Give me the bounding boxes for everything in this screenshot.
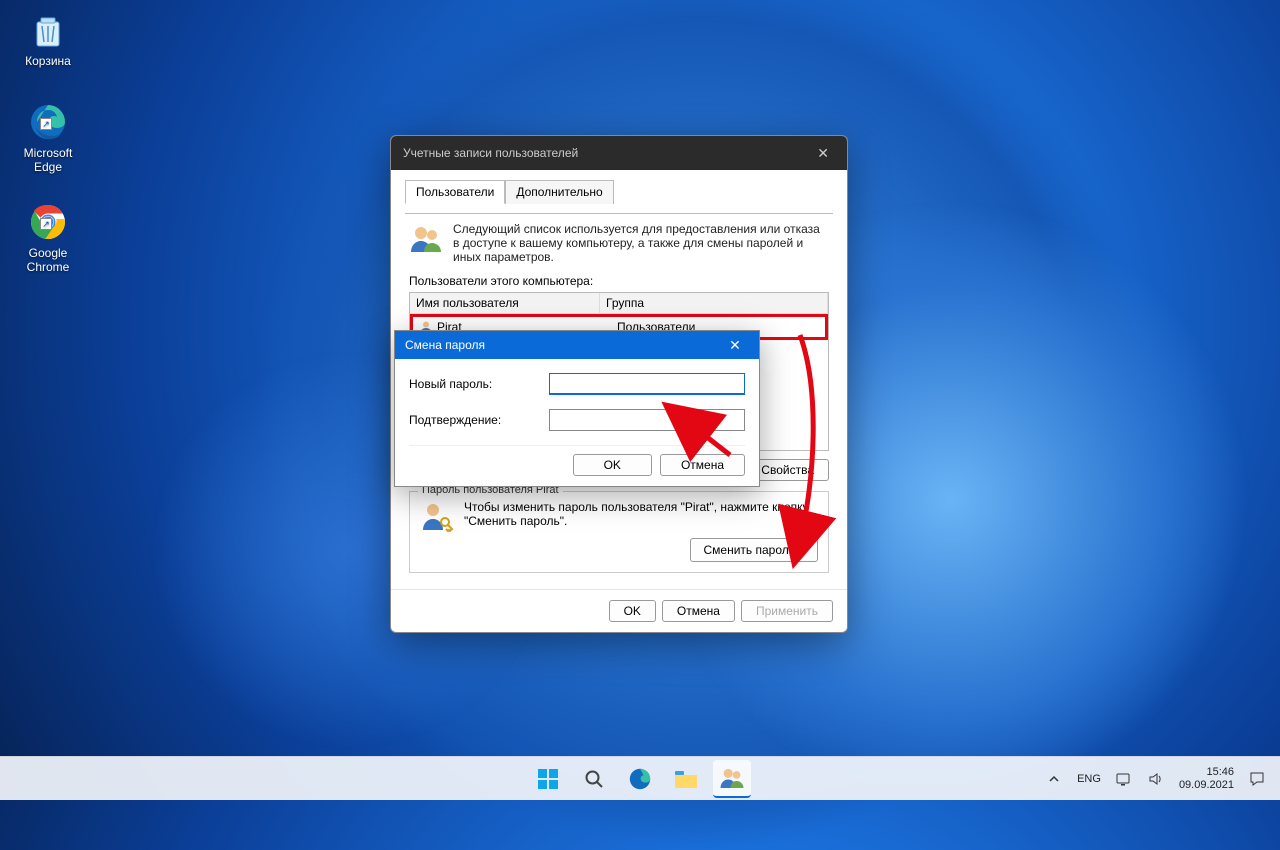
chrome-icon: ↗ — [26, 200, 70, 244]
notifications-icon[interactable] — [1248, 770, 1266, 788]
desktop-icon-edge[interactable]: ↗ Microsoft Edge — [10, 100, 86, 174]
apply-button[interactable]: Применить — [741, 600, 833, 622]
new-password-input[interactable] — [549, 373, 745, 395]
close-icon[interactable]: ✕ — [811, 145, 835, 162]
ok-button[interactable]: OK — [609, 600, 656, 622]
pw-cancel-button[interactable]: Отмена — [660, 454, 745, 476]
desktop-icon-label: Microsoft Edge — [10, 146, 86, 174]
volume-icon[interactable] — [1147, 770, 1165, 788]
pw-dialog-title: Смена пароля — [405, 338, 485, 352]
tab-users[interactable]: Пользователи — [405, 180, 505, 204]
shortcut-overlay-icon: ↗ — [40, 218, 52, 230]
desktop-icon-recycle-bin[interactable]: Корзина — [10, 8, 86, 68]
column-header-group[interactable]: Группа — [600, 293, 828, 313]
language-indicator[interactable]: ENG — [1077, 773, 1101, 785]
password-hint-text: Чтобы изменить пароль пользователя "Pira… — [464, 500, 818, 528]
clock-date: 09.09.2021 — [1179, 779, 1234, 792]
taskbar-user-accounts-button[interactable] — [713, 760, 751, 798]
dialog-titlebar[interactable]: Учетные записи пользователей ✕ — [391, 136, 847, 170]
taskbar-edge-button[interactable] — [621, 760, 659, 798]
tray-chevron-up-icon[interactable] — [1045, 770, 1063, 788]
pw-ok-button[interactable]: OK — [573, 454, 652, 476]
close-icon[interactable]: ✕ — [721, 337, 749, 354]
clock-time: 15:46 — [1179, 766, 1234, 779]
search-button[interactable] — [575, 760, 613, 798]
recycle-bin-icon — [26, 8, 70, 52]
password-groupbox: Пароль пользователя Pirat Чтобы изменить… — [409, 491, 829, 573]
dialog-title: Учетные записи пользователей — [403, 146, 578, 160]
column-header-username[interactable]: Имя пользователя — [410, 293, 600, 313]
desktop-icon-label: Корзина — [10, 54, 86, 68]
confirm-password-label: Подтверждение: — [409, 413, 549, 427]
start-button[interactable] — [529, 760, 567, 798]
change-password-dialog: Смена пароля ✕ Новый пароль: Подтвержден… — [394, 330, 760, 487]
cancel-button[interactable]: Отмена — [662, 600, 735, 622]
edge-icon: ↗ — [26, 100, 70, 144]
users-icon — [409, 222, 443, 256]
desktop-icon-label: Google Chrome — [10, 246, 86, 274]
taskbar-explorer-button[interactable] — [667, 760, 705, 798]
change-password-button[interactable]: Сменить пароль... — [690, 538, 818, 562]
new-password-label: Новый пароль: — [409, 377, 549, 391]
intro-text: Следующий список используется для предос… — [453, 222, 829, 264]
network-icon[interactable] — [1115, 770, 1133, 788]
desktop-icon-chrome[interactable]: ↗ Google Chrome — [10, 200, 86, 274]
taskbar-clock[interactable]: 15:46 09.09.2021 — [1179, 766, 1234, 791]
tab-advanced[interactable]: Дополнительно — [505, 180, 613, 204]
list-caption: Пользователи этого компьютера: — [409, 274, 829, 288]
key-user-icon — [420, 500, 454, 534]
pw-dialog-titlebar[interactable]: Смена пароля ✕ — [395, 331, 759, 359]
shortcut-overlay-icon: ↗ — [40, 118, 52, 130]
confirm-password-input[interactable] — [549, 409, 745, 431]
taskbar: ENG 15:46 09.09.2021 — [0, 756, 1280, 800]
